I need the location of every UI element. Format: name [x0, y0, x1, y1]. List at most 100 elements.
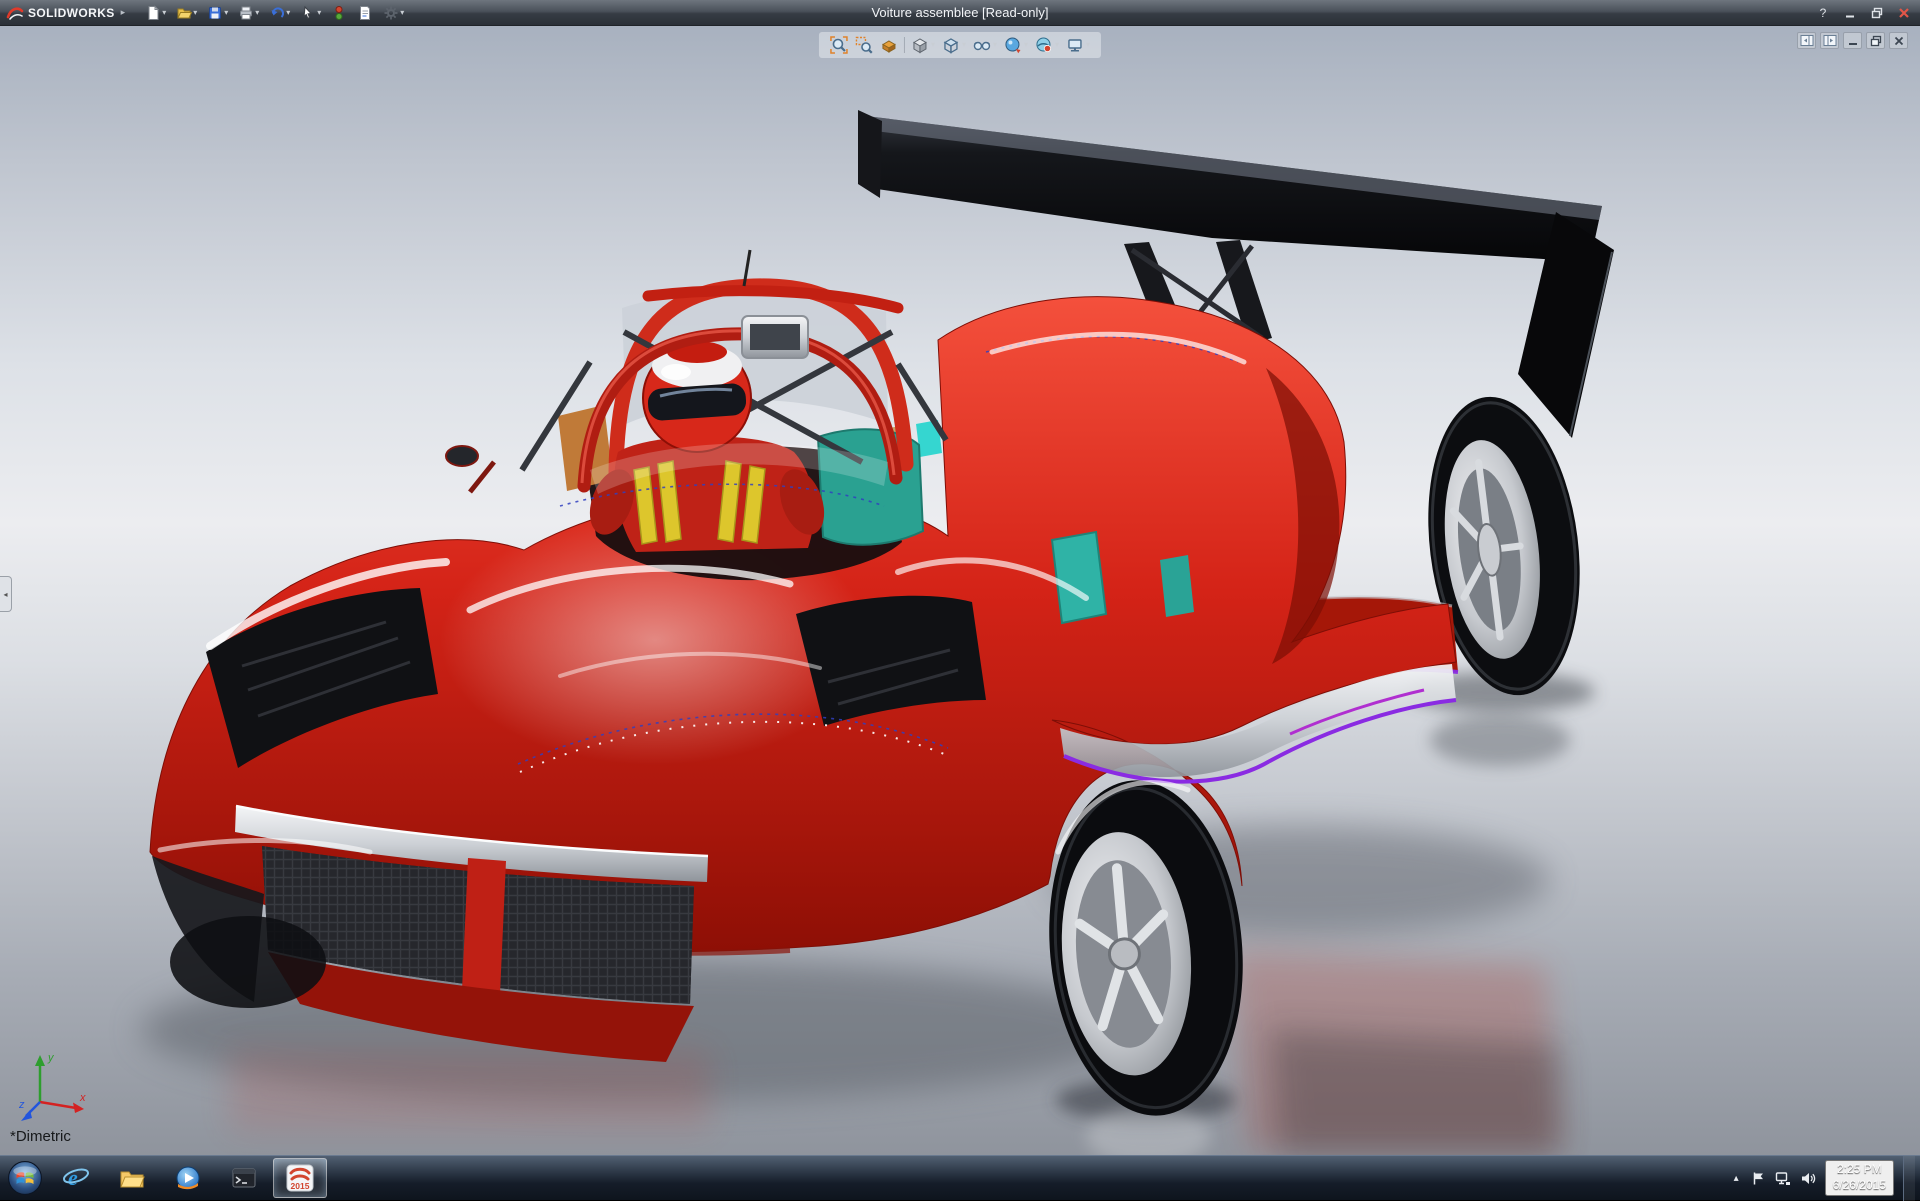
clock-time: 2:25 PM [1833, 1162, 1886, 1178]
minimize-icon [1844, 7, 1856, 19]
action-center-button[interactable] [1751, 1171, 1766, 1186]
select-button[interactable]: ▾ [296, 2, 325, 24]
taskbar-clock[interactable]: 2:25 PM 6/26/2015 [1825, 1160, 1894, 1195]
race-car-model[interactable] [140, 110, 1614, 1155]
taskbar-item-solidworks[interactable]: 2015 [273, 1158, 327, 1198]
dropdown-caret-icon[interactable]: ▾ [993, 41, 997, 49]
close-button[interactable] [1894, 4, 1914, 22]
solidworks-window: SOLIDWORKS ▸ ▾ ▾ ▾ [0, 0, 1920, 1200]
view-settings-button[interactable]: ▾ [1065, 35, 1091, 55]
pane-toggle-right-button[interactable] [1820, 32, 1839, 49]
taskbar-item-file-explorer[interactable] [105, 1158, 159, 1198]
graphics-area[interactable]: ▾ ▾ ▾ ▾ [0, 26, 1920, 1155]
network-button[interactable] [1775, 1171, 1791, 1186]
internet-explorer-icon: e [62, 1164, 90, 1192]
system-tray: ▴ 2:25 PM [1731, 1156, 1918, 1200]
section-view-icon [880, 36, 898, 54]
doc-restore-icon [1870, 35, 1882, 47]
rebuild-button[interactable] [327, 2, 351, 24]
save-icon [207, 5, 223, 21]
print-button[interactable]: ▾ [234, 2, 263, 24]
front-right-wheel[interactable] [1036, 772, 1257, 1123]
help-button[interactable]: ? [1813, 4, 1833, 22]
dropdown-caret-icon[interactable]: ▾ [193, 9, 197, 17]
undo-button[interactable]: ▾ [265, 2, 294, 24]
solidworks-logo[interactable]: SOLIDWORKS ▸ [6, 5, 125, 21]
side-mirror[interactable] [446, 446, 494, 492]
graphics-canvas[interactable] [0, 26, 1920, 1155]
pane-toggle-left-icon [1800, 34, 1814, 47]
file-properties-icon [357, 5, 373, 21]
dropdown-caret-icon[interactable]: ▾ [255, 9, 259, 17]
triad-y-label: y [47, 1052, 55, 1064]
heads-up-view-toolbar: ▾ ▾ ▾ ▾ [819, 32, 1101, 58]
doc-minimize-icon [1847, 35, 1859, 47]
solidworks-icon: 2015 [285, 1163, 315, 1193]
zoom-to-area-button[interactable] [854, 35, 874, 55]
rear-view-mirror[interactable] [742, 316, 808, 358]
edit-appearance-button[interactable]: ▾ [1003, 35, 1029, 55]
action-center-flag-icon [1751, 1171, 1766, 1186]
doc-restore-button[interactable] [1866, 32, 1885, 49]
new-document-button[interactable]: ▾ [141, 2, 170, 24]
view-orientation-label: *Dimetric [10, 1128, 71, 1145]
windows-start-orb-icon [7, 1160, 43, 1196]
undo-icon [269, 5, 285, 21]
network-icon [1775, 1171, 1791, 1186]
file-explorer-icon [118, 1164, 146, 1192]
view-settings-icon [1066, 36, 1084, 54]
zoom-to-fit-button[interactable] [829, 35, 849, 55]
open-document-button[interactable]: ▾ [172, 2, 201, 24]
view-orientation-button[interactable]: ▾ [910, 35, 936, 55]
triad-z-label: z [18, 1099, 25, 1111]
restore-button[interactable] [1867, 4, 1887, 22]
minimize-button[interactable] [1840, 4, 1860, 22]
dropdown-caret-icon[interactable]: ▾ [162, 9, 166, 17]
windows-taskbar: e [0, 1155, 1920, 1200]
options-button[interactable]: ▾ [379, 2, 408, 24]
dropdown-caret-icon[interactable]: ▾ [1024, 41, 1028, 49]
taskbar-item-command-prompt[interactable] [217, 1158, 271, 1198]
document-window-controls [1797, 32, 1908, 49]
titlebar: SOLIDWORKS ▸ ▾ ▾ ▾ [0, 0, 1920, 26]
close-icon [1898, 7, 1910, 19]
dropdown-caret-icon[interactable]: ▾ [1086, 41, 1090, 49]
doc-minimize-button[interactable] [1843, 32, 1862, 49]
volume-icon [1800, 1171, 1816, 1186]
doc-close-button[interactable] [1889, 32, 1908, 49]
restore-icon [1871, 7, 1883, 19]
dropdown-caret-icon[interactable]: ▾ [1055, 41, 1059, 49]
panel-collapse-tab[interactable]: ◂ [0, 576, 12, 612]
dropdown-caret-icon[interactable]: ▾ [317, 9, 321, 17]
hide-show-items-icon [973, 36, 991, 54]
toolbar-separator [904, 37, 905, 53]
window-controls: ? [1813, 4, 1914, 22]
media-player-icon [174, 1164, 202, 1192]
menu-expand-arrow-icon[interactable]: ▸ [121, 7, 126, 18]
hide-show-items-button[interactable]: ▾ [972, 35, 998, 55]
display-style-button[interactable]: ▾ [941, 35, 967, 55]
dropdown-caret-icon[interactable]: ▾ [286, 9, 290, 17]
apply-scene-button[interactable]: ▾ [1034, 35, 1060, 55]
show-desktop-button[interactable] [1903, 1156, 1915, 1201]
view-orientation-icon [911, 36, 929, 54]
orientation-triad: y x z [18, 1048, 90, 1129]
clock-date: 6/26/2015 [1833, 1178, 1886, 1194]
taskbar-item-media-player[interactable] [161, 1158, 215, 1198]
pane-toggle-left-button[interactable] [1797, 32, 1816, 49]
file-properties-button[interactable] [353, 2, 377, 24]
save-button[interactable]: ▾ [203, 2, 232, 24]
pane-toggle-right-icon [1823, 34, 1837, 47]
dropdown-caret-icon[interactable]: ▾ [931, 41, 935, 49]
select-cursor-icon [300, 5, 316, 21]
new-document-icon [145, 5, 161, 21]
section-view-button[interactable] [879, 35, 899, 55]
helmet[interactable] [643, 341, 751, 452]
dropdown-caret-icon[interactable]: ▾ [400, 9, 404, 17]
volume-button[interactable] [1800, 1171, 1816, 1186]
dropdown-caret-icon[interactable]: ▾ [224, 9, 228, 17]
show-hidden-icons-button[interactable]: ▴ [1731, 1173, 1742, 1184]
taskbar-item-internet-explorer[interactable]: e [49, 1158, 103, 1198]
start-button[interactable] [2, 1156, 48, 1200]
dropdown-caret-icon[interactable]: ▾ [962, 41, 966, 49]
